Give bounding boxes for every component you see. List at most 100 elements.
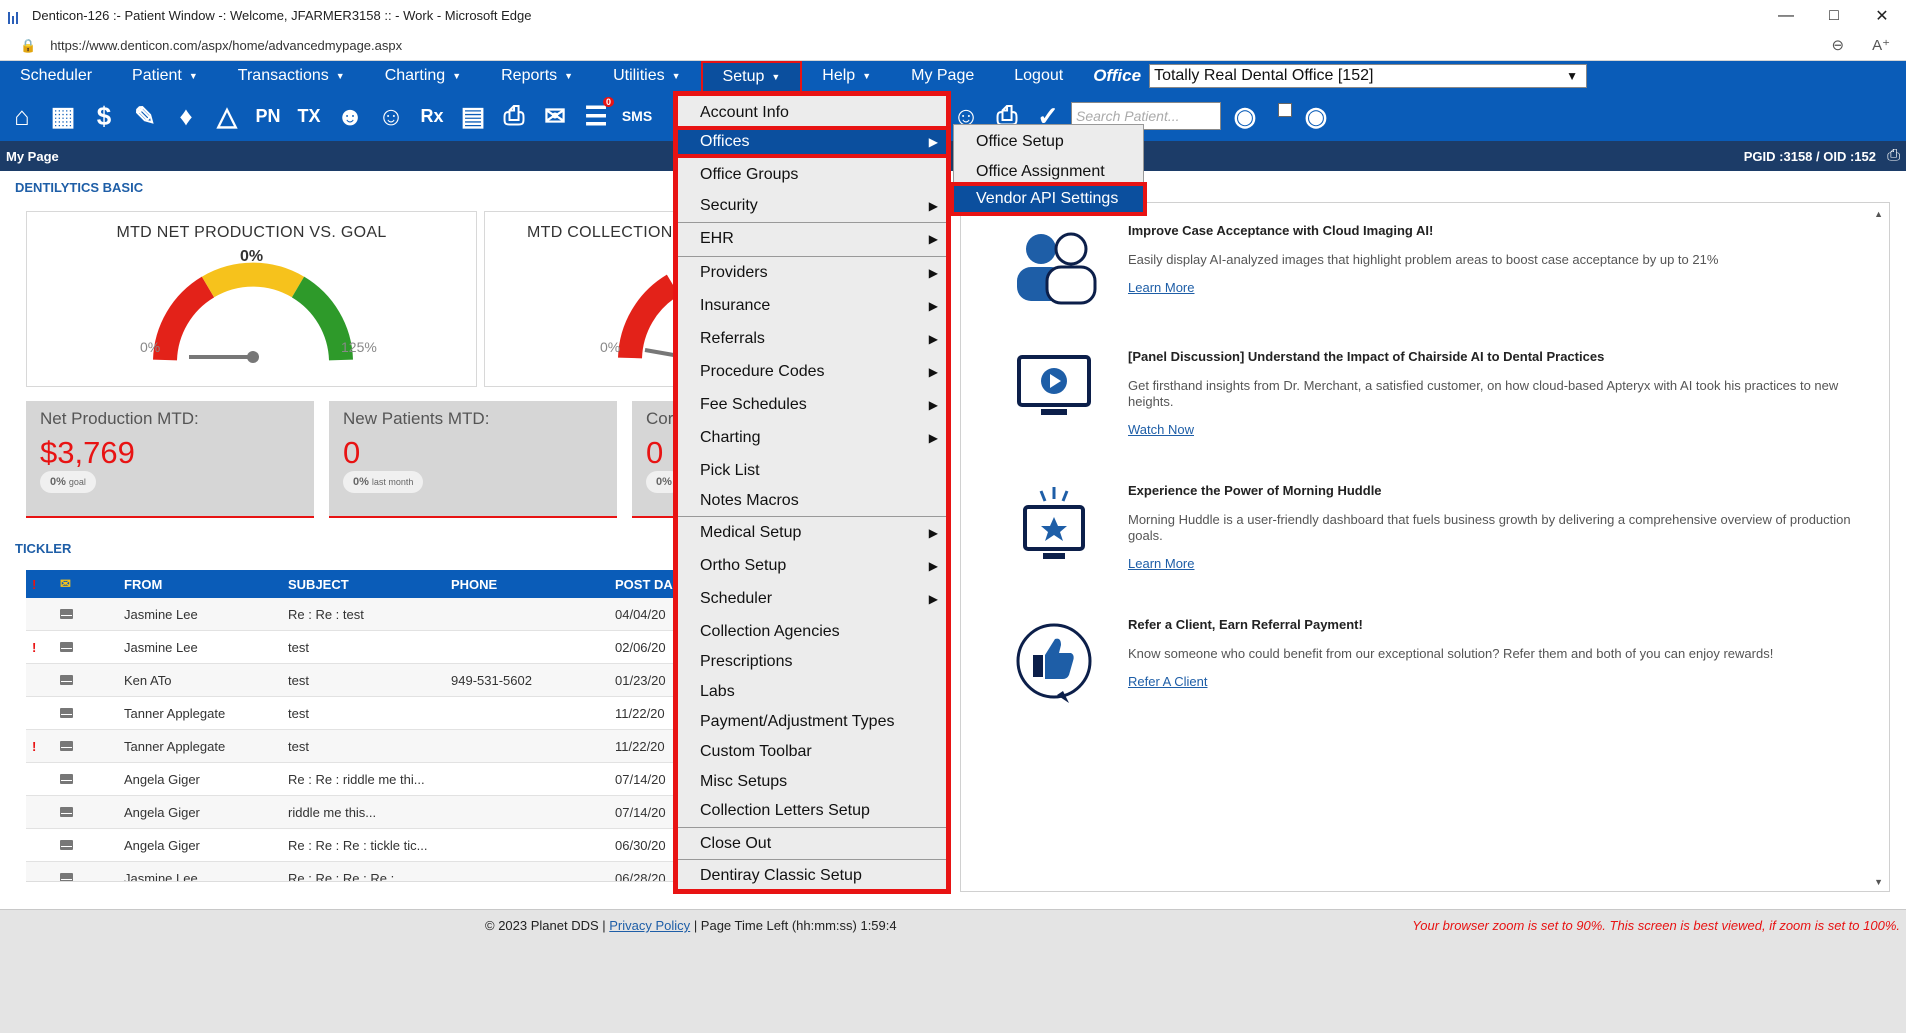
add-user-icon[interactable]: ☻ bbox=[332, 97, 368, 135]
menu-item-referrals[interactable]: Referrals ▶ bbox=[678, 326, 946, 352]
submenu-arrow-icon: ▶ bbox=[928, 299, 938, 313]
menu-item-offices[interactable]: Offices ▶ bbox=[674, 126, 950, 158]
menu-item-security[interactable]: Security ▶ bbox=[678, 193, 946, 219]
patient-search-icon[interactable]: ◉ bbox=[1227, 97, 1263, 135]
scroll-down-icon[interactable]: ▼ bbox=[1874, 877, 1883, 887]
menu-item-dentiray-classic-setup[interactable]: Dentiray Classic Setup bbox=[678, 863, 946, 889]
submenu-item-office-assignment[interactable]: Office Assignment bbox=[954, 157, 1143, 186]
table-row[interactable]: Jasmine Lee Re : Re : Re : Re : 06/28/20 bbox=[26, 862, 678, 881]
header-post-date[interactable]: POST DA bbox=[615, 577, 673, 592]
menu-item-custom-toolbar[interactable]: Custom Toolbar bbox=[678, 739, 946, 765]
nav-help[interactable]: Help ▼ bbox=[802, 61, 891, 91]
nav-logout[interactable]: Logout bbox=[994, 61, 1083, 91]
document-icon[interactable]: ▤ bbox=[455, 97, 491, 135]
caret-down-icon: ▼ bbox=[671, 71, 681, 81]
submenu-item-label: Office Assignment bbox=[976, 162, 1105, 180]
menu-item-office-groups[interactable]: Office Groups bbox=[678, 162, 946, 188]
stat-pill: 0% last month bbox=[343, 471, 424, 493]
header-phone[interactable]: PHONE bbox=[451, 577, 497, 592]
search-checkbox[interactable] bbox=[1278, 103, 1292, 117]
url-text[interactable]: https://www.denticon.com/aspx/home/advan… bbox=[50, 38, 402, 53]
menu-item-prescriptions[interactable]: Prescriptions bbox=[678, 649, 946, 675]
menu-item-medical-setup[interactable]: Medical Setup ▶ bbox=[678, 520, 946, 546]
pn-icon[interactable]: PN bbox=[250, 97, 286, 135]
email-icon[interactable]: ✉ bbox=[537, 97, 573, 135]
edit-icon[interactable]: ✎ bbox=[127, 97, 163, 135]
menu-item-fee-schedules[interactable]: Fee Schedules ▶ bbox=[678, 392, 946, 418]
message-icon[interactable]: ☰ 0 bbox=[578, 97, 614, 135]
menu-item-scheduler[interactable]: Scheduler ▶ bbox=[678, 586, 946, 612]
table-row[interactable]: Angela Giger Re : Re : riddle me thi... 07… bbox=[26, 763, 678, 796]
tickler-body: Jasmine Lee Re : Re : test 04/04/20 ! Jasmi… bbox=[26, 598, 678, 881]
window-title: Denticon-126 :- Patient Window -: Welcom… bbox=[32, 8, 532, 23]
menu-item-notes-macros[interactable]: Notes Macros bbox=[678, 488, 946, 514]
rx-icon[interactable]: Rx bbox=[414, 97, 450, 135]
printer-icon[interactable]: ⎙ bbox=[496, 97, 532, 135]
table-row[interactable]: Jasmine Lee Re : Re : test 04/04/20 bbox=[26, 598, 678, 631]
table-row[interactable]: ! Jasmine Lee test 02/06/20 bbox=[26, 631, 678, 664]
submenu-item-office-setup[interactable]: Office Setup bbox=[954, 127, 1143, 156]
menu-divider bbox=[678, 222, 946, 223]
header-subject[interactable]: SUBJECT bbox=[288, 577, 349, 592]
people-icon bbox=[1017, 232, 1097, 305]
menu-item-label: Account Info bbox=[700, 104, 789, 121]
nav-transactions[interactable]: Transactions ▼ bbox=[218, 61, 365, 91]
menu-item-close-out[interactable]: Close Out bbox=[678, 831, 946, 857]
family-search-icon[interactable]: ◉ bbox=[1298, 97, 1334, 135]
minimize-icon[interactable]: — bbox=[1762, 0, 1810, 31]
menu-item-label: Payment/Adjustment Types bbox=[700, 713, 895, 730]
row-post-date: 11/22/20 bbox=[615, 738, 665, 754]
table-row[interactable]: Tanner Applegate test 11/22/20 bbox=[26, 697, 678, 730]
menu-item-labs[interactable]: Labs bbox=[678, 679, 946, 705]
close-icon[interactable]: ✕ bbox=[1858, 0, 1906, 31]
promo-link[interactable]: Learn More bbox=[1128, 556, 1194, 571]
menu-item-providers[interactable]: Providers ▶ bbox=[678, 260, 946, 286]
nav-label: My Page bbox=[911, 67, 975, 84]
teeth-icon[interactable]: △ bbox=[209, 97, 245, 135]
submenu-item-vendor-api-settings[interactable]: Vendor API Settings bbox=[950, 182, 1147, 216]
nav-charting[interactable]: Charting ▼ bbox=[365, 61, 481, 91]
menu-item-ehr[interactable]: EHR ▶ bbox=[678, 226, 946, 252]
table-row[interactable]: Angela Giger Re : Re : Re : tickle tic...… bbox=[26, 829, 678, 862]
promo-link[interactable]: Watch Now bbox=[1128, 422, 1194, 437]
tx-icon[interactable]: TX bbox=[291, 97, 327, 135]
zoom-out-icon[interactable]: ⊖ bbox=[1831, 36, 1844, 54]
nav-patient[interactable]: Patient ▼ bbox=[112, 61, 218, 91]
promo-link[interactable]: Refer A Client bbox=[1128, 674, 1208, 689]
page-ids: PGID :3158 / OID :152 bbox=[1743, 148, 1876, 164]
menu-item-collection-agencies[interactable]: Collection Agencies bbox=[678, 619, 946, 645]
nav-utilities[interactable]: Utilities ▼ bbox=[593, 61, 700, 91]
tooth-icon[interactable]: ♦ bbox=[168, 97, 204, 135]
row-post-date: 07/14/20 bbox=[615, 804, 666, 820]
header-from[interactable]: FROM bbox=[124, 577, 162, 592]
nav-setup[interactable]: Setup ▼ bbox=[700, 61, 803, 91]
print-icon[interactable]: ⎙ bbox=[1887, 147, 1900, 165]
menu-item-misc-setups[interactable]: Misc Setups bbox=[678, 769, 946, 795]
promo-link[interactable]: Learn More bbox=[1128, 280, 1194, 295]
maximize-icon[interactable]: □ bbox=[1810, 0, 1858, 31]
menu-item-collection-letters-setup[interactable]: Collection Letters Setup bbox=[678, 798, 946, 824]
nav-my-page[interactable]: My Page bbox=[891, 61, 994, 91]
add-group-icon[interactable]: ☺ bbox=[373, 97, 409, 135]
envelope-icon bbox=[60, 871, 74, 881]
privacy-policy-link[interactable]: Privacy Policy bbox=[609, 918, 690, 933]
menu-item-ortho-setup[interactable]: Ortho Setup ▶ bbox=[678, 553, 946, 579]
dollar-icon[interactable]: $ bbox=[86, 97, 122, 135]
table-row[interactable]: ! Tanner Applegate test 11/22/20 bbox=[26, 730, 678, 763]
menu-item-pick-list[interactable]: Pick List bbox=[678, 458, 946, 484]
menu-item-account-info[interactable]: Account Info bbox=[678, 100, 946, 126]
read-aloud-icon[interactable]: A⁺ bbox=[1872, 36, 1890, 54]
sms-icon[interactable]: SMS bbox=[619, 97, 655, 135]
home-icon[interactable]: ⌂ bbox=[4, 97, 40, 135]
menu-item-charting[interactable]: Charting ▶ bbox=[678, 425, 946, 451]
scroll-up-icon[interactable]: ▲ bbox=[1874, 209, 1883, 219]
office-select[interactable]: Totally Real Dental Office [152] ▼ bbox=[1149, 64, 1588, 88]
nav-reports[interactable]: Reports ▼ bbox=[481, 61, 593, 91]
menu-item-insurance[interactable]: Insurance ▶ bbox=[678, 293, 946, 319]
calendar-icon[interactable]: ▦ bbox=[45, 97, 81, 135]
table-row[interactable]: Angela Giger riddle me this... 07/14/20 bbox=[26, 796, 678, 829]
table-row[interactable]: Ken ATo test 949-531-5602 01/23/20 bbox=[26, 664, 678, 697]
menu-item-procedure-codes[interactable]: Procedure Codes ▶ bbox=[678, 359, 946, 385]
nav-scheduler[interactable]: Scheduler bbox=[0, 61, 112, 91]
menu-item-payment-adjustment-types[interactable]: Payment/Adjustment Types bbox=[678, 709, 946, 735]
